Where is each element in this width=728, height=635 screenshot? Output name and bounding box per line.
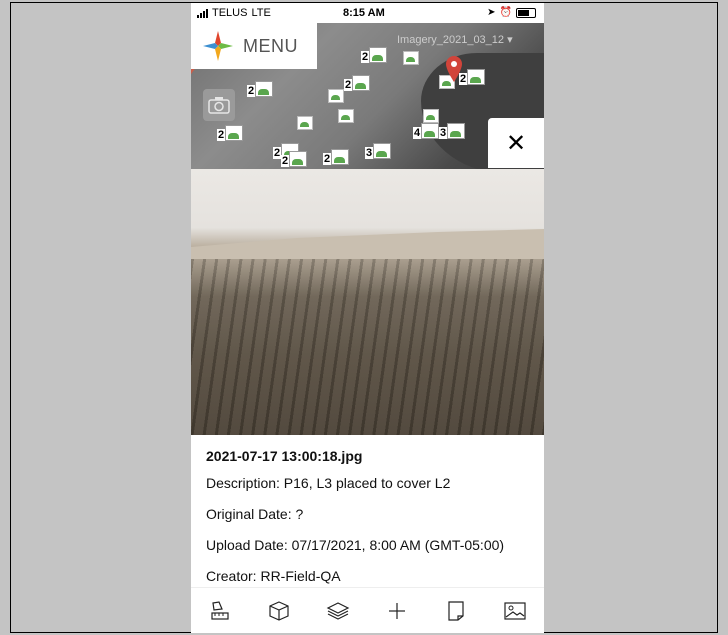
carrier-info: TELUS LTE xyxy=(197,7,271,19)
photo-ridge xyxy=(191,229,544,259)
images-button[interactable] xyxy=(501,597,529,625)
network-type: LTE xyxy=(251,7,271,19)
cube-icon xyxy=(269,601,289,621)
status-icons: ➤ ⏰ xyxy=(487,7,536,18)
photo-original-date: Original Date: ? xyxy=(206,506,304,522)
chevron-down-icon: ▾ xyxy=(507,34,513,46)
status-bar: TELUS LTE 8:15 AM ➤ ⏰ xyxy=(191,3,544,23)
notes-button[interactable] xyxy=(442,597,470,625)
imagery-layer-label: Imagery_2021_03_12 xyxy=(397,34,505,46)
photo-filename: 2021-07-17 13:00:18.jpg xyxy=(206,448,363,464)
close-button[interactable]: ✕ xyxy=(488,118,544,168)
map-photo-marker[interactable] xyxy=(297,116,313,130)
photo-preview xyxy=(191,169,544,435)
logo-icon xyxy=(203,31,233,61)
crosshair-icon xyxy=(388,603,405,619)
imagery-layer-select[interactable]: Imagery_2021_03_12 ▾ xyxy=(397,33,513,46)
phone-screen: TELUS LTE 8:15 AM ➤ ⏰ MENU Imagery_2021_… xyxy=(191,3,544,633)
close-icon: ✕ xyxy=(505,129,527,157)
location-icon: ➤ xyxy=(487,7,496,18)
map-photo-marker[interactable] xyxy=(403,51,419,65)
measure-button[interactable] xyxy=(206,597,234,625)
measure-icon xyxy=(211,601,230,620)
menu-button[interactable]: MENU xyxy=(191,23,317,69)
photo-ground xyxy=(191,259,544,435)
camera-button[interactable] xyxy=(203,89,235,121)
note-icon xyxy=(448,601,464,621)
battery-icon xyxy=(516,7,536,18)
volume-button[interactable] xyxy=(265,597,293,625)
photo-description: Description: P16, L3 placed to cover L2 xyxy=(206,475,451,491)
map-photo-marker[interactable] xyxy=(423,109,439,123)
clock: 8:15 AM xyxy=(343,7,385,19)
photo-creator: Creator: RR-Field-QA xyxy=(206,568,341,584)
location-pin-icon[interactable] xyxy=(445,55,463,83)
camera-icon xyxy=(208,97,230,114)
menu-label: MENU xyxy=(243,35,298,56)
crosshair-button[interactable] xyxy=(383,597,411,625)
bottom-toolbar xyxy=(191,587,544,633)
alarm-icon: ⏰ xyxy=(499,7,512,18)
photo-upload-date: Upload Date: 07/17/2021, 8:00 AM (GMT-05… xyxy=(206,537,505,553)
image-icon xyxy=(503,602,526,620)
carrier-name: TELUS xyxy=(212,7,248,19)
map-photo-marker[interactable] xyxy=(338,109,354,123)
photo-details: 2021-07-17 13:00:18.jpg Description: P16… xyxy=(206,448,536,599)
signal-icon xyxy=(197,8,208,18)
layers-icon xyxy=(326,602,350,620)
map-photo-marker[interactable] xyxy=(328,89,344,103)
layers-button[interactable] xyxy=(324,597,352,625)
